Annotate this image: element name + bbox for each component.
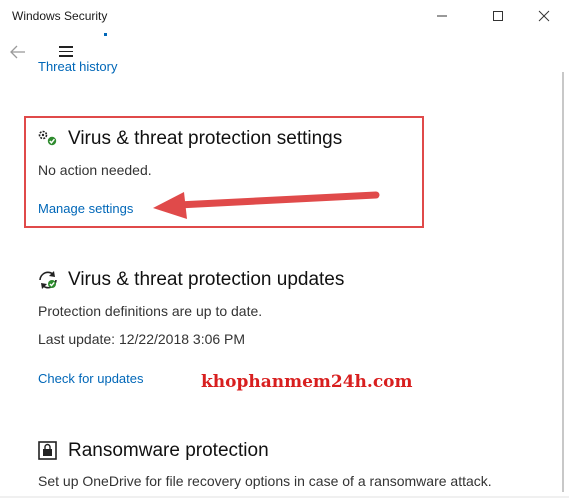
minimize-icon[interactable] bbox=[419, 0, 465, 32]
updates-section-title: Virus & threat protection updates bbox=[68, 269, 345, 290]
scrollbar[interactable] bbox=[557, 32, 569, 498]
manage-settings-link[interactable]: Manage settings bbox=[38, 201, 133, 216]
ransomware-icon bbox=[37, 440, 59, 462]
annotation-arrow bbox=[153, 191, 380, 219]
gear-settings-icon bbox=[37, 128, 59, 150]
maximize-icon[interactable] bbox=[475, 0, 521, 32]
ransomware-section-title: Ransomware protection bbox=[68, 440, 269, 461]
close-icon[interactable] bbox=[521, 0, 567, 32]
title-bar: Windows Security bbox=[0, 0, 569, 32]
refresh-check-icon bbox=[37, 269, 59, 291]
window-title: Windows Security bbox=[12, 9, 108, 23]
divider-mark bbox=[104, 33, 107, 36]
settings-status: No action needed. bbox=[38, 162, 152, 178]
hamburger-icon[interactable] bbox=[59, 46, 73, 58]
back-arrow-icon[interactable] bbox=[8, 42, 28, 62]
watermark-text: khophanmem24h.com bbox=[201, 372, 413, 392]
threat-history-link[interactable]: Threat history bbox=[38, 59, 117, 74]
updates-status: Protection definitions are up to date. bbox=[38, 303, 263, 319]
scrollbar-thumb[interactable] bbox=[562, 72, 564, 492]
ransomware-description: Set up OneDrive for file recovery option… bbox=[38, 473, 492, 489]
settings-section-title: Virus & threat protection settings bbox=[68, 128, 343, 149]
last-update-text: Last update: 12/22/2018 3:06 PM bbox=[38, 331, 246, 347]
check-for-updates-link[interactable]: Check for updates bbox=[38, 371, 144, 386]
